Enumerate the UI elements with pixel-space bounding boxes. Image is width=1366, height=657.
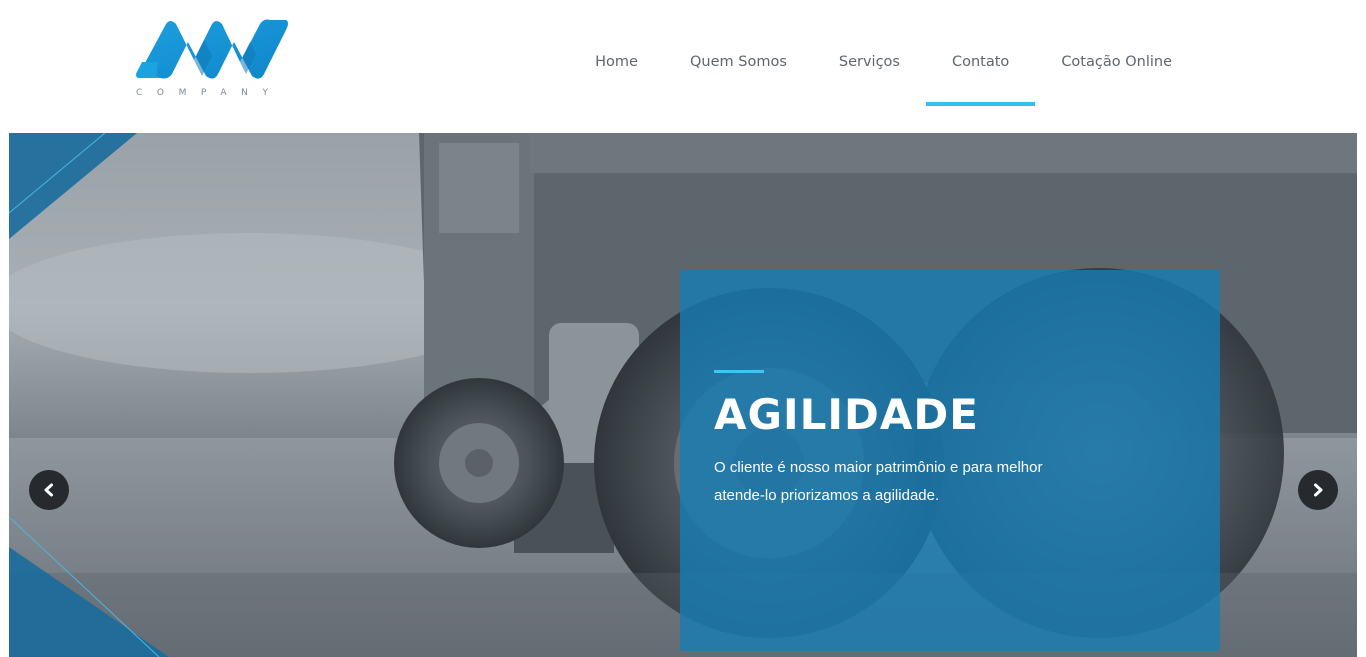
main-nav: Home Quem Somos Serviços Contato Cotação…: [569, 0, 1198, 133]
slide-text: O cliente é nosso maior patrimônio e par…: [714, 459, 1043, 504]
slider-next-button[interactable]: [1298, 470, 1338, 510]
hero-slider: AGILIDADE O cliente é nosso maior patrim…: [9, 133, 1357, 657]
nav-item-home[interactable]: Home: [569, 0, 664, 124]
slide-title: AGILIDADE: [714, 390, 979, 439]
nav-item-contato[interactable]: Contato: [925, 0, 1036, 124]
caption-accent-line: [714, 370, 764, 373]
slide-caption: AGILIDADE O cliente é nosso maior patrim…: [680, 270, 1220, 651]
nav-item-cotacao-online[interactable]: Cotação Online: [1035, 0, 1198, 124]
chevron-right-icon: [1314, 483, 1323, 497]
brand-logo[interactable]: COMPANY: [136, 16, 288, 102]
nav-item-servicos[interactable]: Serviços: [813, 0, 926, 124]
nav-item-quem-somos[interactable]: Quem Somos: [664, 0, 813, 124]
aw-logo-icon: [136, 19, 288, 79]
brand-tagline: COMPANY: [136, 88, 283, 98]
slider-prev-button[interactable]: [29, 470, 69, 510]
corner-decoration-bottom: [9, 517, 169, 657]
corner-decoration-top: [9, 133, 137, 239]
site-header: COMPANY Home Quem Somos Serviços Contato…: [0, 0, 1366, 133]
chevron-left-icon: [44, 483, 53, 497]
